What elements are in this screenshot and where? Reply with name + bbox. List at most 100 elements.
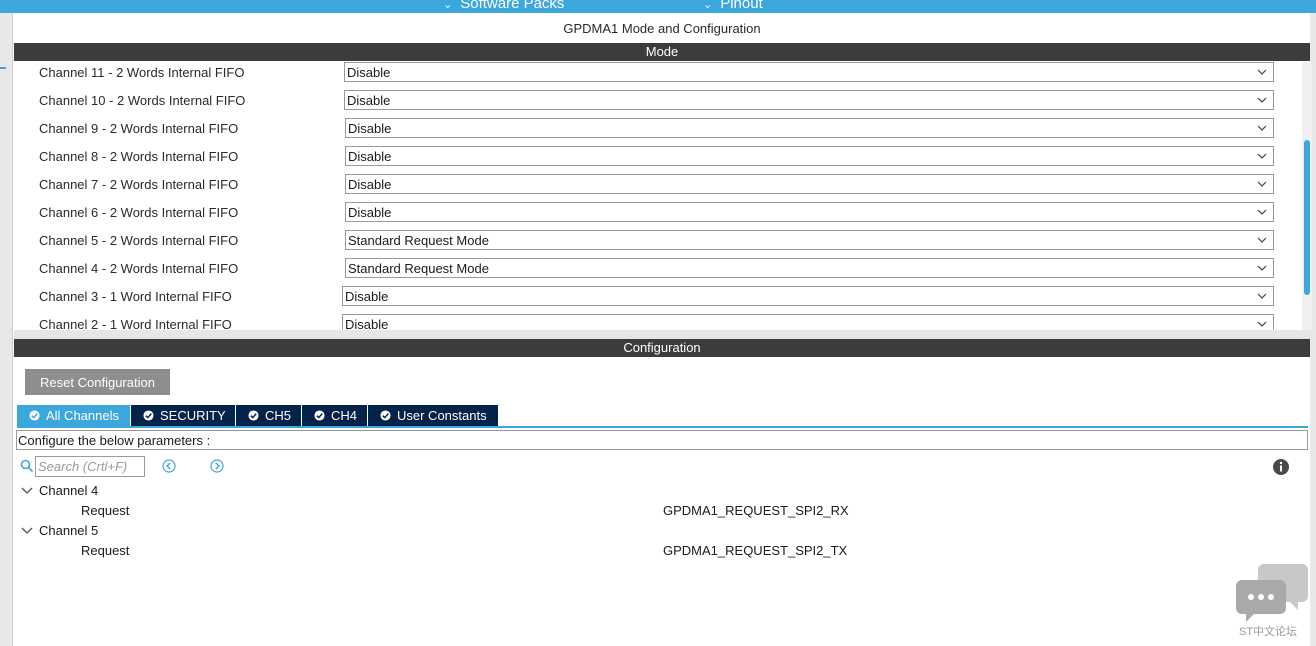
- tab-label: User Constants: [397, 408, 487, 423]
- mode-list: Channel 11 - 2 Words Internal FIFO Disab…: [14, 62, 1302, 330]
- select-value: Disable: [348, 149, 392, 164]
- tree-group-channel-5[interactable]: Channel 5: [39, 523, 98, 538]
- software-packs-menu[interactable]: ⌄ Software Packs: [443, 0, 564, 12]
- channel-2-select[interactable]: Disable: [342, 314, 1274, 330]
- chevron-down-icon: [1257, 265, 1267, 271]
- tab-label: CH5: [265, 408, 292, 423]
- watermark-text: ST中文论坛: [1239, 626, 1298, 638]
- channel-label: Channel 5 - 2 Words Internal FIFO: [39, 233, 239, 248]
- mode-row: Channel 9 - 2 Words Internal FIFO Disabl…: [14, 118, 1302, 146]
- channel-label: Channel 10 - 2 Words Internal FIFO: [39, 93, 246, 108]
- channel-10-select[interactable]: Disable: [344, 90, 1274, 110]
- select-value: Disable: [345, 317, 389, 330]
- mode-scrollbar[interactable]: [1302, 62, 1312, 330]
- edge-marker: [0, 67, 6, 69]
- configure-description: Configure the below parameters :: [16, 430, 1308, 450]
- tree-group-channel-4[interactable]: Channel 4: [39, 483, 98, 498]
- chat-bubble-icon: [1236, 564, 1308, 622]
- channel-11-select[interactable]: Disable: [344, 62, 1274, 82]
- mode-row: Channel 5 - 2 Words Internal FIFO Standa…: [14, 230, 1302, 258]
- left-panel-edge: [0, 13, 13, 646]
- select-value: Disable: [345, 289, 389, 304]
- chevron-down-icon: [1257, 125, 1267, 131]
- tab-label: CH4: [331, 408, 358, 423]
- channel-label: Channel 2 - 1 Word Internal FIFO: [39, 317, 232, 330]
- select-value: Standard Request Mode: [348, 233, 489, 248]
- tab-user-constants[interactable]: User Constants: [368, 405, 498, 426]
- channel-9-select[interactable]: Disable: [345, 118, 1274, 138]
- chevron-down-icon: [1257, 293, 1267, 299]
- mode-row: Channel 11 - 2 Words Internal FIFO Disab…: [14, 62, 1302, 90]
- channel-4-select[interactable]: Standard Request Mode: [345, 258, 1274, 278]
- chevron-down-icon: [1257, 153, 1267, 159]
- tab-ch4[interactable]: CH4: [302, 405, 367, 426]
- panel-title: GPDMA1 Mode and Configuration: [563, 21, 761, 36]
- tab-label: SECURITY: [160, 408, 226, 423]
- select-value: Disable: [347, 93, 391, 108]
- channel-3-select[interactable]: Disable: [342, 286, 1274, 306]
- top-toolbar: ⌄ Software Packs ⌄ Pinout: [0, 0, 1316, 13]
- tree-param-label[interactable]: Request: [81, 503, 129, 518]
- channel-6-select[interactable]: Disable: [345, 202, 1274, 222]
- pinout-label: Pinout: [720, 0, 763, 12]
- pinout-menu[interactable]: ⌄ Pinout: [703, 0, 763, 12]
- select-value: Disable: [348, 121, 392, 136]
- select-value: Disable: [348, 205, 392, 220]
- chevron-down-icon: ⌄: [703, 0, 713, 11]
- chevron-down-icon[interactable]: [21, 486, 33, 496]
- mode-row: Channel 3 - 1 Word Internal FIFO Disable: [14, 286, 1302, 314]
- channel-7-select[interactable]: Disable: [345, 174, 1274, 194]
- chevron-down-icon: [1257, 181, 1267, 187]
- mode-row: Channel 10 - 2 Words Internal FIFO Disab…: [14, 90, 1302, 118]
- channel-label: Channel 9 - 2 Words Internal FIFO: [39, 121, 239, 136]
- mode-row: Channel 2 - 1 Word Internal FIFO Disable: [14, 314, 1302, 330]
- tree-param-label[interactable]: Request: [81, 543, 129, 558]
- section-divider[interactable]: [14, 330, 1312, 339]
- check-circle-icon: [29, 410, 40, 421]
- chevron-down-icon: [1257, 69, 1267, 75]
- select-value: Disable: [347, 65, 391, 80]
- info-icon[interactable]: [1272, 458, 1290, 476]
- configure-text: Configure the below parameters :: [18, 433, 211, 448]
- chevron-down-icon: [1257, 321, 1267, 327]
- channel-8-select[interactable]: Disable: [345, 146, 1274, 166]
- mode-row: Channel 7 - 2 Words Internal FIFO Disabl…: [14, 174, 1302, 202]
- mode-row: Channel 4 - 2 Words Internal FIFO Standa…: [14, 258, 1302, 286]
- chevron-down-icon[interactable]: [21, 526, 33, 536]
- next-result-button[interactable]: [210, 459, 224, 473]
- check-circle-icon: [380, 410, 391, 421]
- select-value: Disable: [348, 177, 392, 192]
- search-input[interactable]: [35, 456, 145, 477]
- previous-result-button[interactable]: [162, 459, 176, 473]
- software-packs-label: Software Packs: [460, 0, 565, 12]
- tree-param-value[interactable]: GPDMA1_REQUEST_SPI2_RX: [663, 503, 849, 518]
- mode-row: Channel 8 - 2 Words Internal FIFO Disabl…: [14, 146, 1302, 174]
- mode-header: Mode: [14, 43, 1310, 61]
- check-circle-icon: [248, 410, 259, 421]
- channel-5-select[interactable]: Standard Request Mode: [345, 230, 1274, 250]
- channel-label: Channel 8 - 2 Words Internal FIFO: [39, 149, 239, 164]
- mode-row: Channel 6 - 2 Words Internal FIFO Disabl…: [14, 202, 1302, 230]
- tree-param-value[interactable]: GPDMA1_REQUEST_SPI2_TX: [663, 543, 847, 558]
- chevron-down-icon: [1257, 97, 1267, 103]
- configuration-header: Configuration: [14, 339, 1310, 357]
- channel-label: Channel 7 - 2 Words Internal FIFO: [39, 177, 239, 192]
- chevron-down-icon: ⌄: [443, 0, 453, 11]
- select-value: Standard Request Mode: [348, 261, 489, 276]
- chevron-down-icon: [1257, 209, 1267, 215]
- channel-label: Channel 4 - 2 Words Internal FIFO: [39, 261, 239, 276]
- channel-label: Channel 6 - 2 Words Internal FIFO: [39, 205, 239, 220]
- tab-all-channels[interactable]: All Channels: [17, 405, 130, 426]
- forum-watermark: ST中文论坛: [1236, 562, 1310, 642]
- check-circle-icon: [143, 410, 154, 421]
- tab-ch5[interactable]: CH5: [236, 405, 301, 426]
- chevron-down-icon: [1257, 237, 1267, 243]
- scrollbar-thumb[interactable]: [1304, 140, 1310, 295]
- tab-underline: [17, 426, 1308, 428]
- tab-security[interactable]: SECURITY: [131, 405, 235, 426]
- tab-label: All Channels: [46, 408, 119, 423]
- channel-label: Channel 11 - 2 Words Internal FIFO: [39, 65, 245, 80]
- check-circle-icon: [314, 410, 325, 421]
- reset-configuration-button[interactable]: Reset Configuration: [25, 369, 170, 395]
- channel-label: Channel 3 - 1 Word Internal FIFO: [39, 289, 232, 304]
